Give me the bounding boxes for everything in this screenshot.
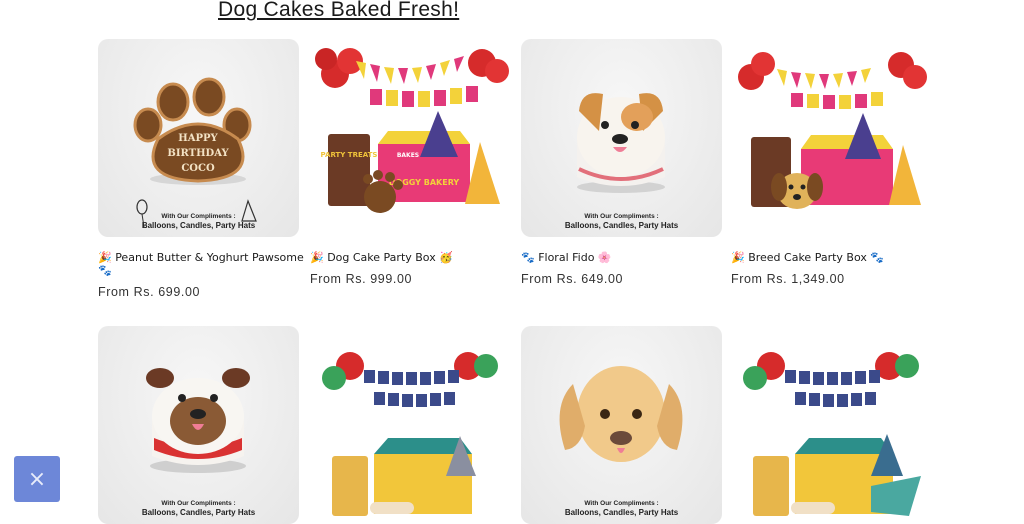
cake-text-happy: HAPPY: [178, 133, 218, 144]
dog-face-cake-image: [146, 368, 250, 473]
compliments-caption: With Our Compliments : Balloons, Candles…: [141, 500, 256, 517]
product-card[interactable]: [731, 326, 932, 524]
product-card[interactable]: [310, 326, 511, 524]
birthday-box-image: [322, 352, 498, 516]
birthday-box-alt-image: [743, 352, 921, 516]
bag-label: PARTY TREATS: [321, 151, 378, 159]
party-box-image: PARTY TREATS BAKES N BARKS DOGGY BAKERY: [315, 48, 509, 213]
product-card[interactable]: HAPPY BIRTHDAY COCO With Our Compliments…: [98, 39, 304, 299]
treat-bag: [328, 134, 370, 206]
product-title[interactable]: 🎉 Breed Cake Party Box 🐾: [731, 251, 941, 264]
product-image[interactable]: [731, 326, 932, 524]
close-button[interactable]: ×: [14, 456, 60, 502]
product-title[interactable]: 🎉 Dog Cake Party Box 🥳: [310, 251, 520, 264]
product-price: From Rs. 649.00: [521, 272, 624, 286]
floral-fido-image: [577, 93, 665, 193]
product-card[interactable]: With Our Compliments : Balloons, Candles…: [521, 39, 722, 286]
compliments-caption: With Our Compliments : Balloons, Candles…: [564, 500, 679, 517]
cake-text-name: COCO: [181, 163, 215, 174]
product-card[interactable]: With Our Compliments : Balloons, Candles…: [521, 326, 722, 524]
product-title[interactable]: 🎉 Peanut Butter & Yoghurt Pawsome 🐾: [98, 251, 308, 277]
product-image[interactable]: With Our Compliments : Balloons, Candles…: [521, 39, 722, 237]
product-image[interactable]: HAPPY BIRTHDAY COCO With Our Compliments…: [98, 39, 299, 237]
cake-text-birthday: BIRTHDAY: [167, 148, 229, 159]
party-hat-yellow: [465, 142, 500, 204]
product-grid: HAPPY BIRTHDAY COCO With Our Compliments…: [0, 0, 1024, 524]
product-price: From Rs. 699.00: [98, 285, 201, 299]
product-image[interactable]: With Our Compliments : Balloons, Candles…: [98, 326, 299, 524]
compliments-caption: With Our Compliments : Balloons, Candles…: [564, 213, 679, 230]
compliments-caption: With Our Compliments : Balloons, Candles…: [141, 213, 256, 230]
breed-box-image: [738, 52, 927, 209]
product-image[interactable]: [310, 326, 511, 524]
golden-pup-cake-image: [559, 366, 683, 462]
product-title[interactable]: 🐾 Floral Fido 🌸: [521, 251, 731, 264]
product-card[interactable]: With Our Compliments : Balloons, Candles…: [98, 326, 299, 524]
product-image[interactable]: [731, 39, 932, 237]
product-card[interactable]: PARTY TREATS BAKES N BARKS DOGGY BAKERY …: [310, 39, 511, 286]
banner-barkday: [370, 86, 478, 107]
product-image[interactable]: With Our Compliments : Balloons, Candles…: [521, 326, 722, 524]
paw-cake-image: HAPPY BIRTHDAY COCO: [133, 77, 257, 228]
product-price: From Rs. 999.00: [310, 272, 413, 286]
balloons-right: [468, 49, 509, 83]
balloons-left: [315, 48, 363, 88]
banner-happy: [356, 56, 464, 84]
product-price: From Rs. 1,349.00: [731, 272, 845, 286]
product-image[interactable]: PARTY TREATS BAKES N BARKS DOGGY BAKERY: [310, 39, 511, 237]
product-card[interactable]: 🎉 Breed Cake Party Box 🐾 From Rs. 1,349.…: [731, 39, 932, 286]
